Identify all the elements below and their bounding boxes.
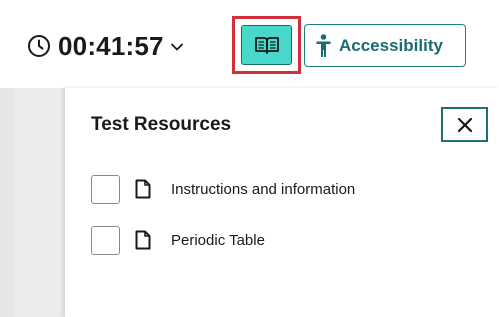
resource-item-label: Instructions and information: [171, 180, 356, 198]
close-button[interactable]: [441, 107, 488, 142]
resource-item-instructions[interactable]: Instructions and information: [91, 174, 355, 204]
accessibility-person-icon: [316, 33, 331, 57]
resource-checkbox[interactable]: [91, 174, 120, 204]
panel-title: Test Resources: [91, 114, 232, 135]
resource-checkbox[interactable]: [91, 225, 120, 255]
test-resources-button[interactable]: [241, 25, 292, 65]
accessibility-label: Accessibility: [339, 35, 443, 55]
left-edge-strip: [0, 88, 14, 317]
book-icon: [254, 37, 279, 54]
top-toolbar: 00:41:57 Accessibility: [0, 0, 499, 88]
resource-item-periodic-table[interactable]: Periodic Table: [91, 225, 265, 255]
chevron-down-icon[interactable]: [170, 43, 183, 51]
test-resources-panel: Test Resources Instructions and informat…: [65, 88, 499, 317]
clock-icon: [28, 35, 50, 57]
timer[interactable]: 00:41:57: [27, 29, 183, 63]
document-icon: [135, 230, 151, 250]
resource-item-label: Periodic Table: [171, 231, 265, 249]
timer-value: 00:41:57: [58, 31, 164, 61]
document-icon: [135, 179, 151, 199]
accessibility-button[interactable]: Accessibility: [304, 24, 466, 67]
close-icon: [457, 117, 472, 132]
